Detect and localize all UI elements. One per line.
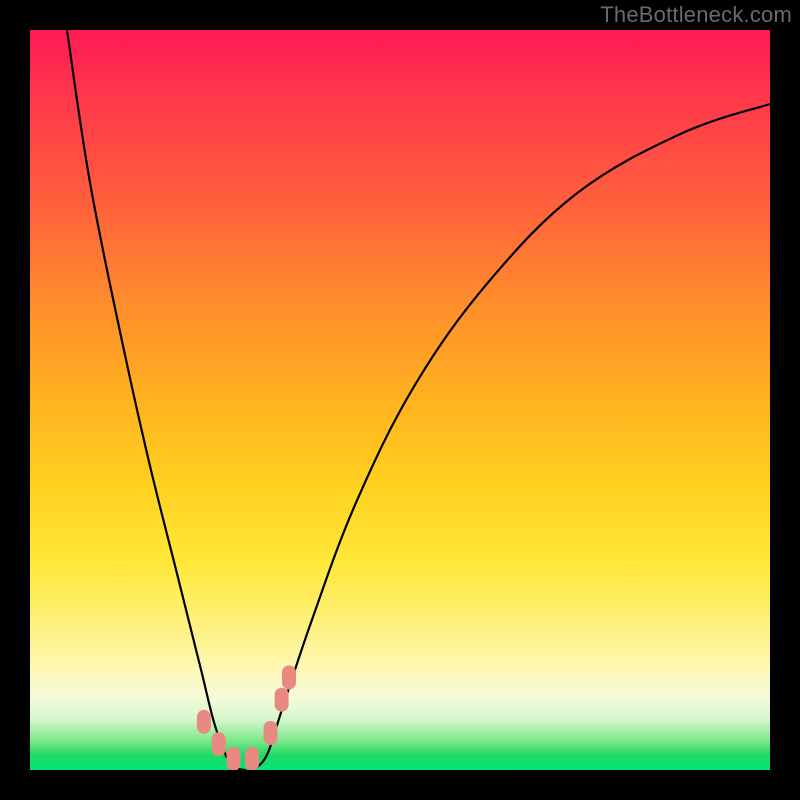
- curve-layer: [30, 30, 770, 770]
- curve-marker: [282, 666, 296, 690]
- curve-marker: [197, 710, 211, 734]
- plot-area: [30, 30, 770, 770]
- curve-marker: [227, 747, 241, 770]
- curve-marker: [275, 688, 289, 712]
- curve-marker: [212, 732, 226, 756]
- watermark-text: TheBottleneck.com: [600, 2, 792, 28]
- curve-marker: [245, 747, 259, 770]
- bottleneck-curve: [67, 30, 770, 770]
- curve-marker: [264, 721, 278, 745]
- chart-frame: TheBottleneck.com: [0, 0, 800, 800]
